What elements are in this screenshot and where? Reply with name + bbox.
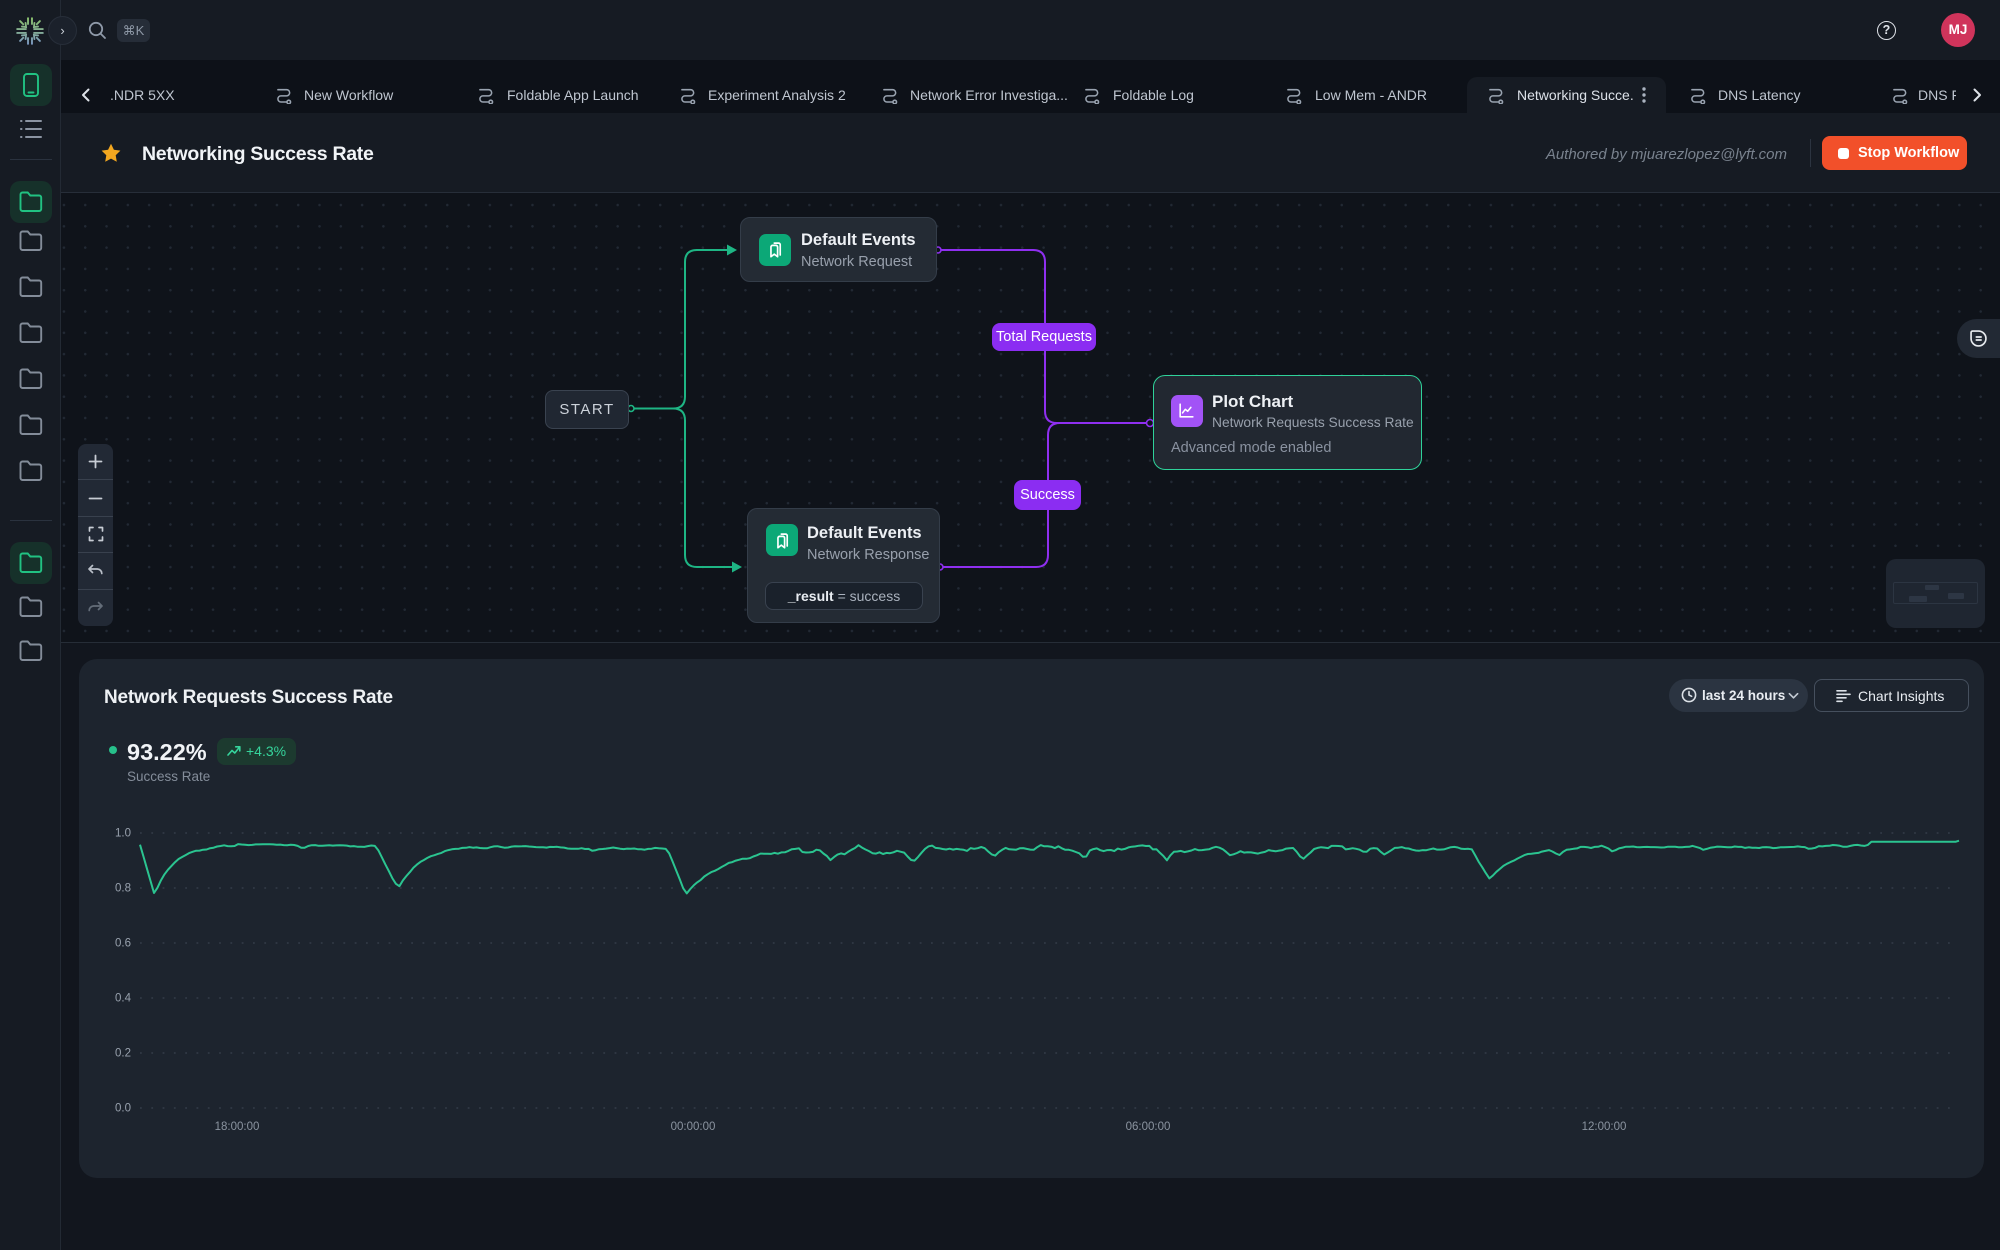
svg-text:0.0: 0.0 <box>115 1103 131 1115</box>
svg-text:00:00:00: 00:00:00 <box>671 1121 716 1133</box>
svg-text:0.4: 0.4 <box>115 993 132 1005</box>
svg-text:0.6: 0.6 <box>115 938 131 950</box>
svg-text:0.8: 0.8 <box>115 883 131 895</box>
svg-text:06:00:00: 06:00:00 <box>1126 1121 1171 1133</box>
svg-text:18:00:00: 18:00:00 <box>215 1121 260 1133</box>
svg-text:0.2: 0.2 <box>115 1048 131 1060</box>
svg-text:12:00:00: 12:00:00 <box>1582 1121 1627 1133</box>
svg-text:1.0: 1.0 <box>115 828 131 840</box>
